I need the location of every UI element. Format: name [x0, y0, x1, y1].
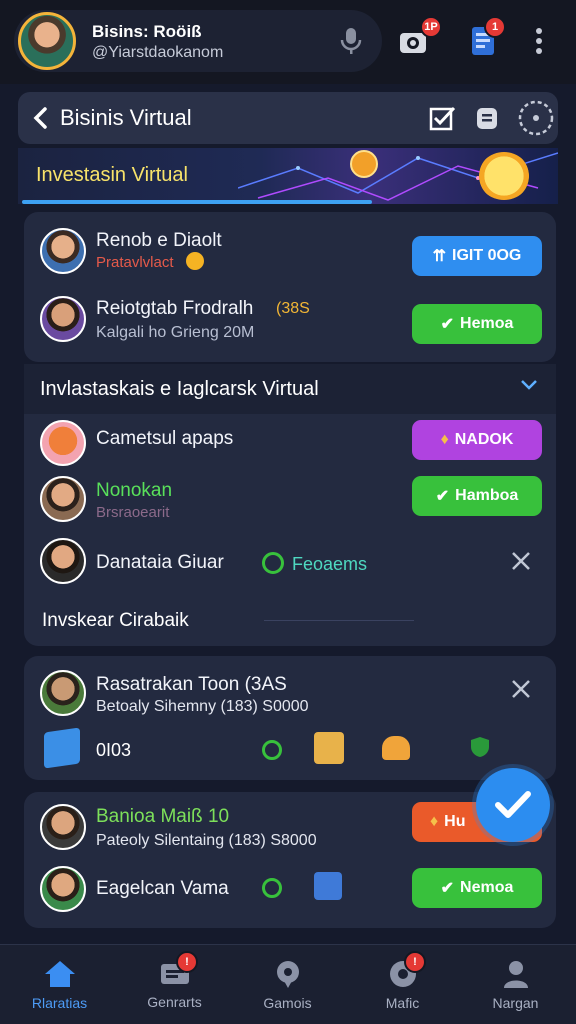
avatar: [40, 476, 86, 522]
avatar: [40, 228, 86, 274]
action-button[interactable]: ⇈ IGIT 0OG: [412, 236, 542, 276]
row-subtitle: Kalgali ho Grieng 20M: [96, 324, 255, 341]
investment-card-3: Rasatrakan Toon (3AS Betoaly Sihemny (18…: [24, 656, 556, 780]
chevron-down-icon[interactable]: [520, 378, 538, 396]
investment-card-2: Cametsul apaps ♦ NADOK Nonokan Brsraoeari…: [24, 414, 556, 646]
row-name-tag: (38S: [276, 300, 310, 317]
row-subtitle: Pateoly Silentaing (183) S8000: [96, 832, 317, 849]
row-subtitle: Brsraoearit: [96, 504, 170, 521]
status-dot-icon: [262, 878, 282, 898]
nav-item-music[interactable]: Mafic: [345, 945, 460, 1024]
nav-item-home[interactable]: Rlaratias: [2, 945, 117, 1024]
hero-banner: Investasin Virtual: [18, 148, 558, 204]
avatar[interactable]: [18, 12, 76, 70]
confirm-button[interactable]: ✔ Nemoa: [412, 868, 542, 908]
profile-handle: @Yiarstdaokanom: [92, 44, 224, 61]
status-tag: Feoaems: [292, 554, 368, 574]
bottom-nav: Rlaratias Genrarts ! Gamois Mafic ! Narg…: [0, 944, 576, 1024]
nav-item-chats[interactable]: Genrarts: [117, 945, 232, 1024]
row-name: Nonokan: [96, 480, 173, 501]
settings-dial-icon[interactable]: [516, 98, 556, 138]
avatar: [40, 866, 86, 912]
row-name: Cametsul apaps: [96, 428, 234, 449]
nav-item-games[interactable]: Gamois: [230, 945, 345, 1024]
row-subtitle: Pratavlvlact: [96, 254, 174, 271]
confirm-fab[interactable]: [476, 768, 550, 842]
row-name: Banioa Maiß 10: [96, 806, 230, 827]
avatar: [40, 420, 86, 466]
row-name: Rasatrakan Toon (3AS: [96, 674, 287, 695]
row-name: Reiotgtab Frodralh: [96, 298, 254, 319]
section-footer: Invskear Cirabaik: [42, 610, 189, 631]
avatar: [40, 296, 86, 342]
row-name: Danataia Giuar: [96, 552, 224, 573]
shopping-bag-icon: [314, 732, 344, 764]
home-icon: [44, 961, 75, 987]
check-icon: ✔: [435, 488, 450, 505]
camera-notification-badge: 1P: [420, 16, 442, 38]
more-vertical-icon[interactable]: [522, 24, 556, 58]
investment-card-1: Renob e Diaolt Pratavlvlact ⇈ IGIT 0OG Re…: [24, 212, 556, 362]
nav-notification-badge: !: [176, 951, 198, 973]
section-title: Invlastaskais e Iaglcarsk Virtual: [40, 378, 319, 400]
money-bag-icon: ♦: [430, 813, 439, 830]
coin-icon: [186, 252, 204, 270]
row-subtitle: Betoaly Sihemny (183) S0000: [96, 698, 309, 715]
back-arrow-icon[interactable]: [24, 101, 58, 135]
confirm-button[interactable]: ✔ Hamboa: [412, 476, 542, 516]
package-icon: [44, 727, 80, 769]
item-code: 0I03: [96, 740, 132, 760]
hero-title: Investasin Virtual: [36, 164, 188, 186]
row-name: Renob e Diaolt: [96, 230, 222, 251]
avatar: [40, 670, 86, 716]
profile-pill[interactable]: Bisins: Roöiß @Yiarstdaokanom: [14, 10, 382, 72]
action-button[interactable]: ♦ NADOK: [412, 420, 542, 460]
nav-notification-badge: !: [404, 951, 426, 973]
clipboard-icon[interactable]: [470, 101, 504, 135]
page-title: Bisinis Virtual: [60, 105, 192, 130]
profile-name: Bisins: Roöiß: [92, 22, 202, 41]
section-header[interactable]: Invlastaskais e Iaglcarsk Virtual: [24, 364, 556, 414]
confirm-button[interactable]: ✔ Hemoa: [412, 304, 542, 344]
check-icon: ✔: [440, 880, 455, 897]
hat-icon: [382, 736, 410, 760]
check-icon: ✔: [440, 316, 455, 333]
sub-header: Bisinis Virtual: [18, 92, 558, 144]
upload-icon: ⇈: [432, 248, 447, 265]
money-bag-icon: ♦: [440, 431, 449, 448]
sun-mascot-icon: [478, 152, 530, 200]
wallet-icon: [314, 872, 342, 900]
divider: [264, 620, 414, 621]
checklist-icon[interactable]: [426, 101, 460, 135]
close-icon[interactable]: [510, 678, 532, 705]
avatar: [40, 538, 86, 584]
status-dot-icon: [262, 740, 282, 760]
nav-item-profile[interactable]: Nargan: [458, 945, 573, 1024]
check-icon: [495, 791, 531, 818]
avatar: [40, 804, 86, 850]
close-icon[interactable]: [510, 550, 532, 577]
hero-progress-line: [22, 200, 372, 204]
status-dot-icon: [262, 552, 284, 574]
microphone-icon[interactable]: [334, 24, 368, 58]
row-name: Eagelcan Vama: [96, 878, 229, 899]
coin-icon: [350, 150, 378, 178]
location-pin-icon: [276, 961, 299, 988]
shield-icon: [470, 736, 490, 763]
user-icon: [503, 961, 528, 988]
document-notification-badge: 1: [484, 16, 506, 38]
